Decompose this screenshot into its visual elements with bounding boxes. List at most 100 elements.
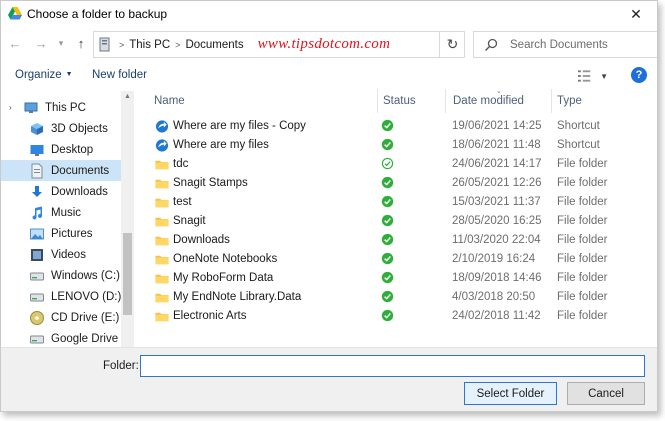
folder-icon xyxy=(155,293,169,303)
file-name: OneNote Notebooks xyxy=(173,253,278,265)
file-name: test xyxy=(173,196,192,208)
navigation-pane: ▲ › This PC 3D Objects Desktop Documents Down… xyxy=(1,91,135,347)
forward-button[interactable]: → xyxy=(31,33,51,53)
file-date: 24/02/2018 11:42 xyxy=(452,310,541,322)
sidebar-item-label: Google Drive (G: xyxy=(51,332,121,345)
available-status-icon xyxy=(381,157,394,170)
sidebar-item-desktop[interactable]: Desktop xyxy=(1,139,121,160)
pc-icon xyxy=(99,37,110,51)
column-header-date[interactable]: Date modified xyxy=(453,87,548,115)
sidebar-item-videos[interactable]: Videos xyxy=(1,244,121,265)
file-row[interactable]: Electronic Arts 24/02/2018 11:42 File fold… xyxy=(138,307,657,326)
view-options-button[interactable]: ▼ xyxy=(578,68,608,84)
file-date: 4/03/2018 20:50 xyxy=(452,291,536,303)
folder-icon xyxy=(155,236,169,246)
drive-icon xyxy=(30,272,44,280)
file-row[interactable]: tdc 24/06/2021 14:17 File folder xyxy=(138,155,657,174)
pictures-icon xyxy=(30,228,44,239)
file-row[interactable]: Where are my files - Copy 19/06/2021 14:2… xyxy=(138,117,657,136)
folder-icon xyxy=(155,274,169,284)
file-row[interactable]: OneNote Notebooks 2/10/2019 16:24 File fol… xyxy=(138,250,657,269)
sidebar-item-label: 3D Objects xyxy=(51,122,108,135)
select-folder-button[interactable]: Select Folder xyxy=(464,382,557,405)
search-box[interactable] xyxy=(473,31,657,58)
file-name: tdc xyxy=(173,158,189,170)
new-folder-button[interactable]: New folder xyxy=(92,69,147,81)
sidebar-item-label: Pictures xyxy=(51,227,93,240)
file-row[interactable]: test 15/03/2021 11:37 File folder xyxy=(138,193,657,212)
sidebar-item-this-pc[interactable]: › This PC xyxy=(1,97,121,118)
file-date: 18/09/2018 14:46 xyxy=(452,272,542,284)
sidebar-item-google-drive-g[interactable]: Google Drive (G: xyxy=(1,328,121,349)
file-name: Snagit xyxy=(173,215,206,227)
details-view-icon xyxy=(578,70,591,82)
sidebar-item-3d-objects[interactable]: 3D Objects xyxy=(1,118,121,139)
shortcut-icon xyxy=(155,139,169,152)
sync-status-icon xyxy=(381,252,394,265)
file-list: ⌄ Name Status Date modified Type Where a… xyxy=(138,87,657,329)
sidebar-item-documents[interactable]: Documents xyxy=(1,160,121,181)
search-icon xyxy=(485,38,498,51)
file-row[interactable]: Downloads 11/03/2020 22:04 File folder xyxy=(138,231,657,250)
sidebar-item-downloads[interactable]: Downloads xyxy=(1,181,121,202)
organize-menu[interactable]: Organize ▼ xyxy=(15,69,73,81)
column-header-name[interactable]: Name xyxy=(154,87,374,115)
folder-name-input[interactable] xyxy=(140,355,645,377)
sidebar-item-label: Documents xyxy=(51,164,110,177)
recent-locations-button[interactable]: ▾ xyxy=(51,33,71,53)
sidebar-item-lenovo-d[interactable]: LENOVO (D:) xyxy=(1,286,121,307)
column-header-status[interactable]: Status xyxy=(383,87,443,115)
address-bar[interactable]: > This PC > Documents www.tipsdotcom.com xyxy=(93,31,465,58)
sidebar-item-pictures[interactable]: Pictures xyxy=(1,223,121,244)
file-row[interactable]: Snagit 28/05/2020 16:25 File folder xyxy=(138,212,657,231)
nav-scrollbar[interactable]: ▲ xyxy=(121,91,134,347)
sidebar-item-music[interactable]: Music xyxy=(1,202,121,223)
window-title: Choose a folder to backup xyxy=(27,7,168,21)
close-button[interactable]: ✕ xyxy=(625,4,647,24)
file-date: 2/10/2019 16:24 xyxy=(452,253,536,265)
breadcrumb-this-pc[interactable]: This PC xyxy=(129,39,170,51)
folder-label: Folder: xyxy=(103,360,139,372)
sidebar-item-cd-drive-e[interactable]: CD Drive (E:) xyxy=(1,307,121,328)
column-divider[interactable] xyxy=(445,89,446,113)
cancel-button[interactable]: Cancel xyxy=(567,382,645,405)
up-button[interactable]: ↑ xyxy=(71,33,91,53)
file-name: Snagit Stamps xyxy=(173,177,248,189)
drive-icon xyxy=(30,335,44,343)
file-name: My RoboForm Data xyxy=(173,272,274,284)
file-row[interactable]: My EndNote Library.Data 4/03/2018 20:50 Fi… xyxy=(138,288,657,307)
column-header-type[interactable]: Type xyxy=(557,87,657,115)
documents-icon xyxy=(31,163,43,178)
refresh-button[interactable]: ↻ xyxy=(439,31,465,58)
file-type: File folder xyxy=(557,196,608,208)
sync-status-icon xyxy=(381,290,394,303)
file-type: File folder xyxy=(557,158,608,170)
column-divider[interactable] xyxy=(377,89,378,113)
downloads-icon xyxy=(32,185,42,197)
file-row[interactable]: My RoboForm Data 18/09/2018 14:46 File fol… xyxy=(138,269,657,288)
file-date: 28/05/2020 16:25 xyxy=(452,215,542,227)
address-row: ← → ▾ ↑ > This PC > Documents www.tipsdo… xyxy=(1,29,657,59)
sidebar-item-label: Videos xyxy=(51,248,86,261)
chevron-down-icon: ▾ xyxy=(58,37,64,48)
search-input[interactable] xyxy=(510,38,657,51)
nav-scroll-thumb[interactable] xyxy=(123,233,132,315)
desktop-icon xyxy=(30,144,44,156)
title-bar: Choose a folder to backup ✕ xyxy=(1,1,657,27)
arrow-left-icon: ← xyxy=(8,35,22,51)
folder-icon xyxy=(155,312,169,322)
back-button[interactable]: ← xyxy=(5,33,25,53)
file-type: Shortcut xyxy=(557,139,600,151)
folder-icon xyxy=(155,217,169,227)
breadcrumb-documents[interactable]: Documents xyxy=(185,39,243,51)
column-divider[interactable] xyxy=(551,89,552,113)
sidebar-item-windows-c[interactable]: Windows (C:) xyxy=(1,265,121,286)
help-button[interactable]: ? xyxy=(631,67,647,83)
scroll-up-icon[interactable]: ▲ xyxy=(124,93,131,100)
file-row[interactable]: Where are my files 18/06/2021 11:48 Shortc… xyxy=(138,136,657,155)
expand-chevron-icon[interactable]: › xyxy=(9,103,12,112)
file-type: File folder xyxy=(557,253,608,265)
file-row[interactable]: Snagit Stamps 26/05/2021 12:26 File folder xyxy=(138,174,657,193)
shortcut-icon xyxy=(155,120,169,133)
sidebar-item-label: Windows (C:) xyxy=(51,269,121,282)
